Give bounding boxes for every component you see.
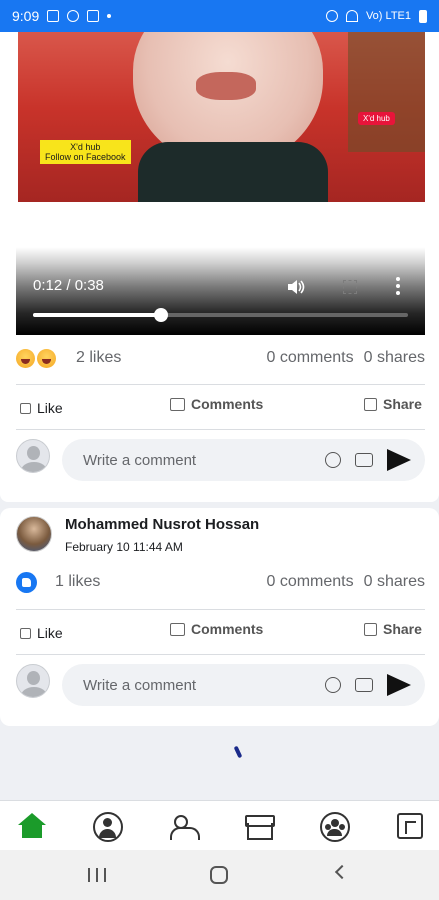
haha-reaction-icon (16, 348, 35, 368)
share-button[interactable]: Share (364, 621, 422, 637)
back-icon[interactable] (334, 864, 350, 880)
comment-placeholder: Write a comment (83, 676, 197, 694)
battery-icon (419, 9, 427, 23)
post-actions: Like Comments Share (16, 396, 425, 418)
comment-icon (170, 622, 185, 636)
messenger-icon (67, 10, 80, 22)
comments-button[interactable]: Comments (170, 396, 263, 412)
video-progress-knob[interactable] (153, 308, 168, 322)
groups-icon[interactable] (320, 812, 350, 842)
shield-icon (87, 10, 100, 22)
status-time: 9:09 (12, 8, 40, 24)
emoji-icon[interactable] (325, 677, 341, 693)
comment-input[interactable]: Write a comment (62, 439, 425, 481)
haha-reaction-icon (37, 348, 56, 368)
home-icon[interactable] (18, 813, 46, 841)
comment-icon (170, 397, 185, 411)
video-progress-fill (33, 313, 161, 317)
avatar (16, 439, 50, 473)
signal-indicator: Vo) LTE1 (365, 10, 411, 22)
share-button[interactable]: Share (364, 396, 422, 412)
divider (16, 429, 425, 430)
marketplace-icon[interactable] (245, 813, 275, 841)
recents-icon[interactable] (88, 868, 106, 882)
fullscreen-icon[interactable] (343, 280, 357, 294)
system-nav-bar (0, 850, 439, 900)
notification-dot-icon (107, 14, 112, 18)
likes-count[interactable]: 1 likes (55, 573, 100, 591)
comments-label: Comments (191, 396, 264, 412)
divider (16, 609, 425, 610)
avatar[interactable] (16, 516, 52, 552)
share-label: Share (383, 396, 422, 412)
comments-count[interactable]: 0 comments (266, 573, 353, 591)
divider (16, 384, 425, 385)
comment-composer: Write a comment (16, 664, 425, 706)
profile-icon[interactable] (93, 812, 123, 842)
shares-count[interactable]: 0 shares (364, 573, 425, 591)
mouth-shape (196, 72, 256, 100)
camera-icon[interactable] (355, 453, 373, 467)
shirt-shape (138, 142, 328, 202)
video-progress-bar[interactable] (33, 308, 408, 322)
video-player[interactable]: 0:12 / 0:38 (16, 247, 425, 335)
background-shape (348, 32, 425, 152)
pages-icon[interactable] (397, 813, 423, 839)
likes-count[interactable]: 2 likes (76, 349, 121, 367)
send-icon[interactable] (387, 674, 411, 696)
send-icon[interactable] (387, 449, 411, 471)
watermark-line2: Follow on Facebook (45, 152, 126, 162)
comments-count[interactable]: 0 comments (266, 349, 353, 367)
loading-spinner (233, 745, 243, 759)
share-label: Share (383, 621, 422, 637)
post-stats: 1 likes 0 comments 0 shares (16, 571, 425, 593)
post-author[interactable]: Mohammed Nusrot Hossan (65, 516, 259, 533)
like-reaction-icon (16, 571, 37, 593)
camera-icon[interactable] (355, 678, 373, 692)
avatar (16, 664, 50, 698)
volume-icon[interactable] (288, 279, 306, 295)
home-button-icon[interactable] (210, 866, 228, 884)
thumbs-up-icon (20, 627, 31, 639)
like-button[interactable]: Like (20, 625, 63, 641)
wifi-icon (345, 10, 358, 22)
watermark-tag: X'd hub (358, 112, 395, 125)
emoji-icon[interactable] (325, 452, 341, 468)
status-bar: 9:09 Vo) LTE1 (0, 0, 439, 32)
post-actions: Like Comments Share (16, 621, 425, 643)
divider (16, 654, 425, 655)
like-button[interactable]: Like (20, 400, 63, 416)
share-icon (364, 622, 377, 636)
comment-input[interactable]: Write a comment (62, 664, 425, 706)
video-time: 0:12 / 0:38 (33, 277, 104, 294)
comments-button[interactable]: Comments (170, 621, 263, 637)
post-stats: 2 likes 0 comments 0 shares (16, 348, 425, 368)
shares-count[interactable]: 0 shares (364, 349, 425, 367)
bottom-nav (0, 800, 439, 850)
comments-label: Comments (191, 621, 264, 637)
comment-composer: Write a comment (16, 439, 425, 481)
video-thumbnail[interactable]: X'd hub Follow on Facebook X'd hub (18, 32, 425, 202)
watermark-label: X'd hub Follow on Facebook (40, 140, 131, 164)
watermark-line1: X'd hub (70, 142, 101, 152)
gallery-icon (47, 10, 60, 22)
post-card: X'd hub Follow on Facebook X'd hub 0:12 … (0, 32, 439, 502)
comment-placeholder: Write a comment (83, 451, 197, 469)
like-label: Like (37, 625, 63, 641)
more-icon[interactable] (396, 277, 400, 295)
thumbs-up-icon (20, 402, 31, 414)
share-icon (364, 397, 377, 411)
post-date: February 10 11:44 AM (65, 540, 183, 554)
alarm-icon (325, 10, 338, 22)
friends-icon[interactable] (170, 813, 200, 841)
like-label: Like (37, 400, 63, 416)
